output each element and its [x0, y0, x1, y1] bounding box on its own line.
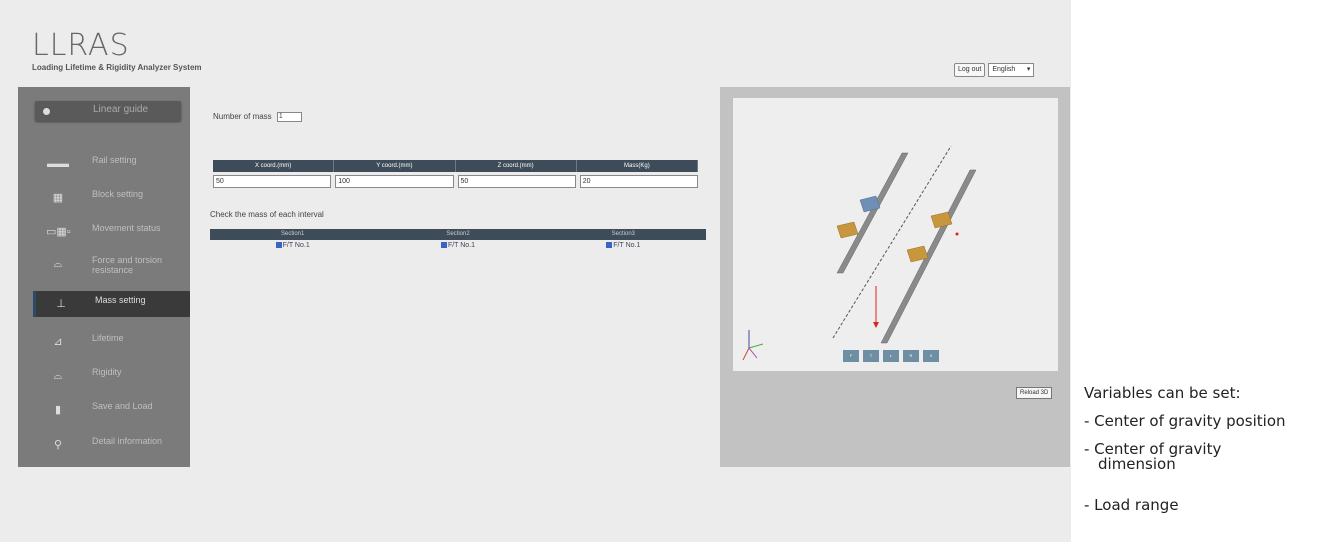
note-item-continued: dimension	[1098, 455, 1176, 473]
column-header: X coord.(mm)	[213, 160, 335, 172]
sidebar-item-label: Movement status	[92, 223, 161, 233]
mass-icon: ⊥	[56, 298, 66, 310]
axis-gizmo-icon	[742, 330, 764, 361]
checkbox-checked-icon[interactable]	[440, 242, 447, 249]
note-item: - Center of gravity position	[1084, 412, 1286, 430]
section-check-1[interactable]: F/T No.1	[210, 242, 375, 249]
sidebar-top-label: Linear guide	[93, 104, 149, 115]
sidebar-item-label: Detail information	[92, 436, 163, 446]
language-select[interactable]: English ▾	[988, 63, 1035, 77]
chevron-down-icon: ▾	[1026, 66, 1031, 73]
sidebar-item-detail-information[interactable]: ⚲ Detail information	[18, 432, 190, 458]
reload-3d-button[interactable]: Reload 3D	[1016, 387, 1053, 399]
main-panel: Number of mass 1 X coord.(mm) Y coord.(m…	[190, 87, 720, 467]
app-window: LLRAS Loading Lifetime & Rigidity Analyz…	[0, 0, 1071, 542]
right-rail	[880, 169, 977, 344]
load-arrow-head	[873, 322, 879, 328]
column-header: Z coord.(mm)	[456, 160, 577, 172]
sidebar-item-lifetime[interactable]: ⊿ Lifetime	[18, 329, 190, 355]
sidebar-item-label: Rail setting	[92, 155, 137, 165]
sidebar-item-label: Block setting	[92, 189, 144, 199]
notes-title: Variables can be set:	[1084, 384, 1241, 402]
section-label: Section2	[446, 231, 470, 237]
column-header: Y coord.(mm)	[334, 160, 456, 172]
check-label: F/T No.1	[282, 242, 310, 249]
check-label: F/T No.1	[447, 242, 476, 249]
center-of-gravity-marker	[955, 232, 959, 236]
sidebar-item-block-setting[interactable]: ▦ Block setting	[18, 185, 190, 211]
sidebar-item-label: Rigidity	[92, 367, 122, 377]
coordinate-row: 50 100 50 20	[213, 175, 698, 188]
check-mass-label: Check the mass of each interval	[210, 210, 324, 219]
note-item: - Load range	[1084, 496, 1179, 514]
3d-scene	[742, 145, 977, 361]
view-button-left[interactable]: L	[883, 350, 899, 362]
search-icon: ⚲	[53, 439, 63, 451]
lifetime-icon: ⊿	[53, 336, 63, 348]
check-label: F/T No.1	[613, 242, 641, 249]
language-value: English	[992, 66, 1016, 73]
rigidity-icon: ⌓	[53, 370, 63, 382]
section-label: Section1	[280, 231, 305, 237]
sidebar-item-save-load[interactable]: ▮ Save and Load	[18, 397, 190, 423]
x-coord-input[interactable]: 50	[213, 175, 332, 188]
movement-icon: ▭▦▫	[46, 226, 71, 238]
number-of-mass-input[interactable]: 1	[276, 112, 302, 122]
rail-icon: ▬▬	[47, 158, 69, 170]
mass-input[interactable]: 20	[579, 175, 698, 188]
view-button-reset[interactable]: 0	[923, 350, 939, 362]
viewer-panel: F T L R 0 Reload 3D	[720, 87, 1070, 467]
coordinate-table: X coord.(mm) Y coord.(mm) Z coord.(mm) M…	[213, 160, 698, 188]
app-subtitle: Loading Lifetime & Rigidity Analyzer Sys…	[32, 63, 202, 72]
save-icon: ▮	[54, 404, 62, 416]
top-controls: Log out English ▾	[954, 63, 1035, 77]
coordinate-table-header: X coord.(mm) Y coord.(mm) Z coord.(mm) M…	[213, 160, 698, 172]
number-of-mass-label: Number of mass	[213, 112, 272, 122]
circle-icon	[43, 108, 50, 115]
checkbox-checked-icon[interactable]	[606, 242, 613, 249]
sidebar-linear-guide[interactable]: Linear guide	[35, 101, 181, 121]
block-icon: ▦	[52, 192, 64, 204]
checkbox-checked-icon[interactable]	[275, 242, 282, 249]
logout-button[interactable]: Log out	[954, 63, 986, 77]
sidebar-item-label: Lifetime	[92, 333, 124, 343]
z-coord-input[interactable]: 50	[457, 175, 576, 188]
sidebar-item-rail-setting[interactable]: ▬▬ Rail setting	[18, 151, 190, 177]
sidebar-item-label: Mass setting	[95, 295, 146, 305]
sidebar-item-mass-setting[interactable]: ⊥ Mass setting	[33, 291, 196, 317]
sidebar-item-movement-status[interactable]: ▭▦▫ Movement status	[18, 219, 190, 245]
view-button-right[interactable]: R	[903, 350, 919, 362]
section-checks: F/T No.1 F/T No.1 F/T No.1	[210, 242, 706, 249]
column-header: Mass(Kg)	[577, 160, 698, 172]
section-check-2[interactable]: F/T No.1	[375, 242, 540, 249]
force-icon: ⌓	[53, 258, 63, 270]
section-header: Section1 Section2 Section3	[210, 229, 706, 240]
sidebar-item-force-torsion[interactable]: ⌓ Force and torsion resistance	[18, 251, 190, 277]
section-label: Section3	[611, 231, 635, 237]
view-button-front[interactable]: F	[843, 350, 859, 362]
section-check-3[interactable]: F/T No.1	[541, 242, 706, 249]
sidebar-item-label: Save and Load	[92, 401, 153, 411]
sidebar-item-rigidity[interactable]: ⌓ Rigidity	[18, 363, 190, 389]
right-block-upper	[930, 211, 953, 229]
sidebar: Linear guide ▬▬ Rail setting ▦ Block set…	[18, 87, 196, 467]
left-rail	[836, 152, 909, 274]
view-buttons: F T L R 0	[843, 350, 939, 362]
view-button-top[interactable]: T	[863, 350, 879, 362]
logo: LLRAS	[32, 28, 130, 63]
number-of-mass-row: Number of mass 1	[213, 112, 302, 122]
left-block	[836, 221, 859, 239]
sidebar-item-label: Force and torsion resistance	[92, 255, 163, 275]
y-coord-input[interactable]: 100	[335, 175, 454, 188]
3d-viewport[interactable]: F T L R 0	[733, 98, 1058, 371]
